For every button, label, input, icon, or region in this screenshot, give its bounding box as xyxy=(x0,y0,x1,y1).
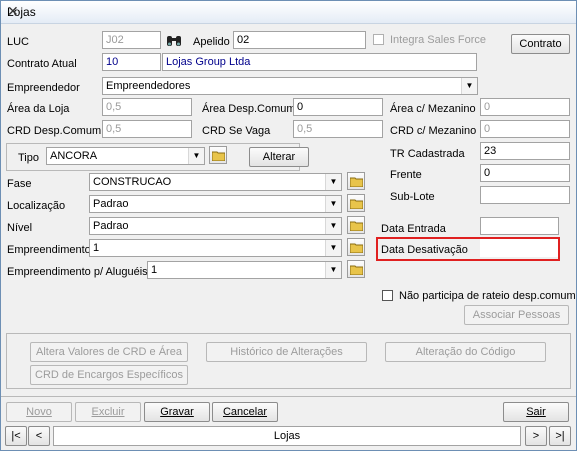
empreendimento-alugueis-value: 1 xyxy=(151,264,158,276)
chevron-down-icon[interactable]: ▼ xyxy=(325,240,341,256)
integra-sales-force-label: Integra Sales Force xyxy=(390,34,486,46)
binoculars-icon[interactable] xyxy=(165,32,183,49)
data-entrada-field[interactable] xyxy=(480,217,559,235)
localizacao-label: Localização xyxy=(7,200,66,212)
folder-icon[interactable] xyxy=(347,194,365,212)
historico-button[interactable]: Histórico de Alterações xyxy=(206,342,367,362)
sub-lote-label: Sub-Lote xyxy=(390,191,435,203)
fase-select[interactable]: CONSTRUCAO ▼ xyxy=(89,173,342,191)
localizacao-value: Padrao xyxy=(93,198,129,210)
empreendimento-alugueis-label: Empreendimento p/ Aluguéis xyxy=(7,266,148,278)
empreendedor-value: Empreendedores xyxy=(106,80,191,92)
chevron-down-icon[interactable]: ▼ xyxy=(325,218,341,234)
toolbar-divider xyxy=(1,396,576,397)
sair-label: Sair xyxy=(526,406,546,418)
crd-desp-comum-field[interactable]: 0,5 xyxy=(102,120,192,138)
navigator-caption: Lojas xyxy=(53,426,521,446)
alterar-button[interactable]: Alterar xyxy=(249,147,309,167)
contrato-atual-field[interactable]: 10 xyxy=(102,53,161,71)
chevron-down-icon[interactable]: ▼ xyxy=(325,196,341,212)
folder-icon[interactable] xyxy=(347,260,365,278)
folder-icon[interactable] xyxy=(347,216,365,234)
folder-icon[interactable] xyxy=(347,172,365,190)
area-loja-label: Área da Loja xyxy=(7,103,70,115)
localizacao-select[interactable]: Padrao ▼ xyxy=(89,195,342,213)
contrato-button[interactable]: Contrato xyxy=(511,34,570,54)
apelido-field[interactable]: 02 xyxy=(233,31,366,49)
folder-icon[interactable] xyxy=(347,238,365,256)
data-entrada-label: Data Entrada xyxy=(381,223,446,235)
nao-participa-label: Não participa de rateio desp.comum xyxy=(399,290,576,302)
nav-prev-button[interactable]: < xyxy=(28,426,50,446)
tr-cadastrada-label: TR Cadastrada xyxy=(390,148,465,160)
nivel-value: Padrao xyxy=(93,220,129,232)
area-mezanino-field[interactable]: 0 xyxy=(480,98,570,116)
associar-pessoas-button[interactable]: Associar Pessoas xyxy=(464,305,569,325)
tipo-select[interactable]: ANCORA ▼ xyxy=(46,147,205,165)
gravar-label: Gravar xyxy=(160,406,194,418)
excluir-button[interactable]: Excluir xyxy=(75,402,141,422)
area-loja-field[interactable]: 0,5 xyxy=(102,98,192,116)
fase-label: Fase xyxy=(7,178,32,190)
nav-last-button[interactable]: >| xyxy=(549,426,571,446)
alteracao-codigo-button[interactable]: Alteração do Código xyxy=(385,342,546,362)
novo-button[interactable]: Novo xyxy=(6,402,72,422)
altera-valores-button[interactable]: Altera Valores de CRD e Área xyxy=(30,342,188,362)
data-desativacao-label: Data Desativação xyxy=(381,244,468,256)
excluir-label: Excluir xyxy=(91,406,125,418)
area-mezanino-label: Área c/ Mezanino xyxy=(390,103,476,115)
close-icon[interactable]: ✕ xyxy=(7,3,570,20)
crd-mezanino-label: CRD c/ Mezanino xyxy=(390,125,477,137)
nivel-label: Nível xyxy=(7,222,33,234)
nav-first-button[interactable]: |< xyxy=(5,426,27,446)
chevron-down-icon[interactable]: ▼ xyxy=(325,174,341,190)
empreendimento-value: 1 xyxy=(93,242,100,254)
crd-encargos-button[interactable]: CRD de Encargos Específicos xyxy=(30,365,188,385)
contrato-atual-label: Contrato Atual xyxy=(7,58,77,70)
nav-next-button[interactable]: > xyxy=(525,426,547,446)
contrato-name-field[interactable]: Lojas Group Ltda xyxy=(162,53,477,71)
empreendimento-select[interactable]: 1 ▼ xyxy=(89,239,342,257)
chevron-down-icon[interactable]: ▼ xyxy=(188,148,204,164)
data-desativacao-field[interactable] xyxy=(480,239,558,257)
lojas-window: Lojas ✕ LUC J02 Apelido 02 Integra Sales… xyxy=(0,0,577,451)
empreendedor-select[interactable]: Empreendedores ▼ xyxy=(102,77,478,95)
crd-mezanino-field[interactable]: 0 xyxy=(480,120,570,138)
folder-icon[interactable] xyxy=(209,146,227,164)
title-bar: Lojas ✕ xyxy=(1,1,576,24)
luc-label: LUC xyxy=(7,36,30,48)
tipo-value: ANCORA xyxy=(50,150,98,162)
empreendimento-label: Empreendimento xyxy=(7,244,91,256)
chevron-down-icon[interactable]: ▼ xyxy=(461,78,477,94)
frente-label: Frente xyxy=(390,169,422,181)
sub-lote-field[interactable] xyxy=(480,186,570,204)
nao-participa-checkbox[interactable] xyxy=(382,290,393,301)
crd-se-vaga-label: CRD Se Vaga xyxy=(202,125,271,137)
nivel-select[interactable]: Padrao ▼ xyxy=(89,217,342,235)
empreendimento-alugueis-select[interactable]: 1 ▼ xyxy=(147,261,342,279)
tipo-label: Tipo xyxy=(18,152,39,164)
sair-button[interactable]: Sair xyxy=(503,402,569,422)
area-desp-comum-label: Área Desp.Comum xyxy=(202,103,296,115)
novo-label: Novo xyxy=(26,406,52,418)
frente-field[interactable]: 0 xyxy=(480,164,570,182)
tr-cadastrada-field[interactable]: 23 xyxy=(480,142,570,160)
gravar-button[interactable]: Gravar xyxy=(144,402,210,422)
chevron-down-icon[interactable]: ▼ xyxy=(325,262,341,278)
empreendedor-label: Empreendedor xyxy=(7,82,80,94)
luc-field[interactable]: J02 xyxy=(102,31,161,49)
cancelar-label: Cancelar xyxy=(222,406,268,418)
fase-value: CONSTRUCAO xyxy=(93,176,172,188)
crd-se-vaga-field[interactable]: 0,5 xyxy=(293,120,383,138)
apelido-label: Apelido xyxy=(193,36,230,48)
integra-sales-force-checkbox[interactable] xyxy=(373,34,384,45)
cancelar-button[interactable]: Cancelar xyxy=(212,402,278,422)
crd-desp-comum-label: CRD Desp.Comum xyxy=(7,125,102,137)
area-desp-comum-field[interactable]: 0 xyxy=(293,98,383,116)
